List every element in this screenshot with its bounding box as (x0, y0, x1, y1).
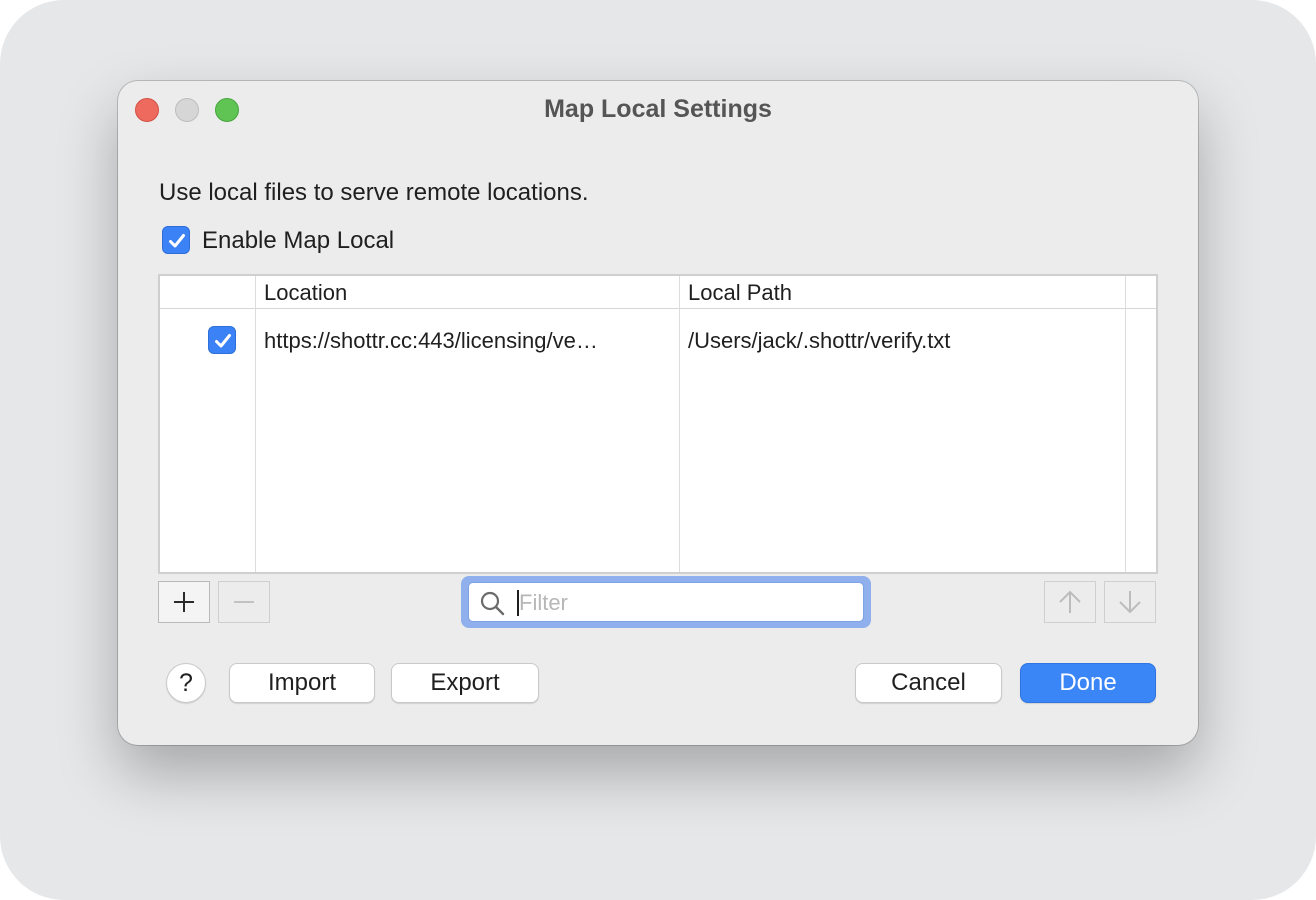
window-title: Map Local Settings (544, 95, 772, 123)
done-button[interactable]: Done (1020, 663, 1156, 703)
row-enabled-checkbox[interactable] (208, 326, 236, 354)
move-down-button[interactable] (1104, 581, 1156, 623)
checkmark-icon (169, 234, 185, 248)
help-button[interactable]: ? (166, 663, 206, 703)
checkmark-icon (215, 334, 231, 348)
map-local-settings-window: Map Local Settings Use local files to se… (118, 81, 1198, 745)
arrow-up-icon (1059, 590, 1081, 613)
add-mapping-button[interactable] (158, 581, 210, 623)
desktop-backdrop: Map Local Settings Use local files to se… (0, 0, 1316, 900)
minus-icon (234, 601, 254, 603)
export-button[interactable]: Export (391, 663, 539, 703)
table-row[interactable]: https://shottr.cc:443/licensing/ve… /Use… (160, 309, 1156, 373)
cancel-button[interactable]: Cancel (855, 663, 1002, 703)
mappings-table: Location Local Path https://shottr.cc:44… (158, 274, 1158, 574)
column-header-local-path[interactable]: Local Path (688, 278, 792, 308)
move-up-button[interactable] (1044, 581, 1096, 623)
filter-field[interactable] (468, 582, 864, 622)
column-header-location[interactable]: Location (264, 278, 347, 308)
import-button[interactable]: Import (229, 663, 375, 703)
enable-map-local-checkbox[interactable] (162, 226, 190, 254)
cell-location: https://shottr.cc:443/licensing/ve… (264, 328, 598, 353)
filter-input[interactable] (517, 586, 851, 620)
table-header: Location Local Path (160, 276, 1156, 309)
arrow-down-icon (1119, 591, 1141, 614)
cell-local-path: /Users/jack/.shottr/verify.txt (688, 328, 951, 353)
enable-map-local-label[interactable]: Enable Map Local (202, 225, 394, 257)
remove-mapping-button[interactable] (218, 581, 270, 623)
search-icon (480, 591, 505, 616)
text-cursor (517, 590, 519, 616)
description-text: Use local files to serve remote location… (159, 179, 589, 206)
plus-icon (174, 592, 194, 612)
